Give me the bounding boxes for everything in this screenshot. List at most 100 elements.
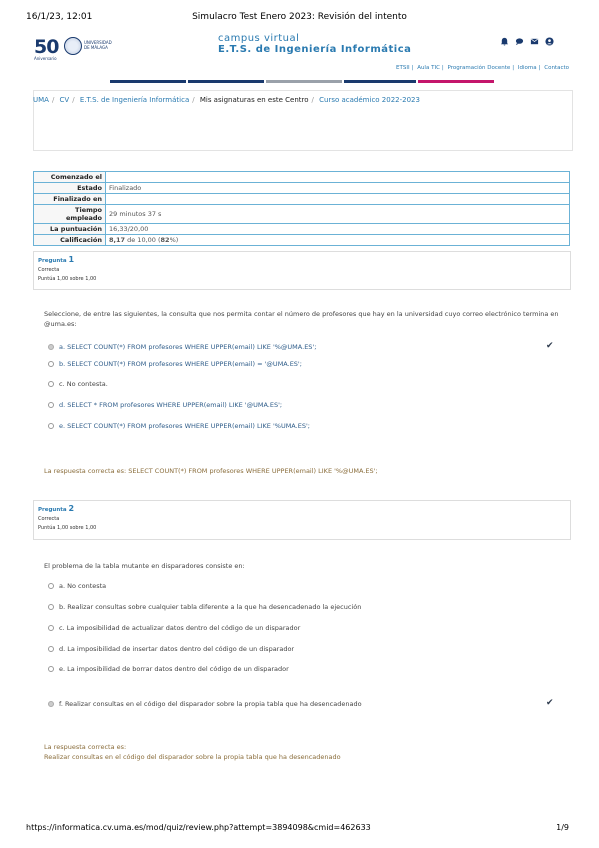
summary-key: La puntuación (33, 223, 106, 235)
print-page-title: Simulacro Test Enero 2023: Revisión del … (192, 12, 407, 22)
radio-selected[interactable] (48, 344, 54, 350)
correct-check-icon: ✔ (546, 341, 554, 351)
radio-button[interactable] (48, 666, 54, 672)
q2-option-a[interactable]: a. No contesta (48, 582, 106, 590)
summary-key: Tiempo empleado (33, 204, 106, 224)
q1-option-a[interactable]: a. SELECT COUNT(*) FROM profesores WHERE… (48, 343, 316, 351)
table-row: Comenzado el (33, 171, 570, 183)
crumb-curso[interactable]: Curso académico 2022-2023 (319, 96, 420, 104)
radio-selected[interactable] (48, 701, 54, 707)
nav-etsii[interactable]: ETSII (396, 65, 410, 71)
question-number: Pregunta 2 (38, 504, 566, 513)
crumb-cv[interactable]: CV (60, 96, 70, 104)
logo-number: 50 (34, 36, 59, 58)
question-2-info: Pregunta 2 Correcta Puntúa 1,00 sobre 1,… (33, 500, 571, 540)
question-score: Puntúa 1,00 sobre 1,00 (38, 276, 97, 282)
option-label: c. La imposibilidad de actualizar datos … (59, 624, 301, 632)
question-num: 2 (68, 504, 75, 513)
question-status: Correcta (38, 516, 60, 522)
option-label: c. No contesta. (59, 380, 108, 388)
option-label: a. No contesta (59, 582, 107, 590)
option-label: d. SELECT * FROM profesores WHERE UPPER(… (59, 401, 283, 409)
table-row: Tiempo empleado 29 minutos 37 s (33, 204, 570, 224)
summary-key: Estado (33, 182, 106, 194)
header-icons (500, 37, 554, 46)
attempt-summary-table: Comenzado el Estado Finalizado Finalizado… (33, 171, 570, 246)
q1-option-b[interactable]: b. SELECT COUNT(*) FROM profesores WHERE… (48, 360, 302, 368)
radio-button[interactable] (48, 625, 54, 631)
q2-option-c[interactable]: c. La imposibilidad de actualizar datos … (48, 624, 300, 632)
q2-option-d[interactable]: d. La imposibilidad de insertar datos de… (48, 645, 294, 653)
radio-button[interactable] (48, 604, 54, 610)
grade-max: de 10,00 ( (125, 236, 161, 244)
q1-option-e[interactable]: e. SELECT COUNT(*) FROM profesores WHERE… (48, 422, 310, 430)
color-bar-segment-4 (344, 80, 416, 83)
radio-button[interactable] (48, 646, 54, 652)
summary-value: Finalizado (105, 182, 570, 194)
radio-button[interactable] (48, 361, 54, 367)
grade-value: 8,17 (109, 236, 126, 244)
radio-button[interactable] (48, 583, 54, 589)
user-icon[interactable] (545, 37, 554, 46)
table-row: La puntuación 16,33/20,00 (33, 223, 570, 235)
nav-aula-tic[interactable]: Aula TIC (417, 65, 440, 71)
grade-percent: 82 (160, 236, 170, 244)
university-name: UNIVERSIDAD DE MÁLAGA (84, 40, 112, 50)
table-row: Calificación 8,17 de 10,00 (82%) (33, 234, 570, 246)
school-name[interactable]: E.T.S. de Ingeniería Informática (218, 44, 411, 55)
question-score: Puntúa 1,00 sobre 1,00 (38, 525, 97, 531)
q1-option-d[interactable]: d. SELECT * FROM profesores WHERE UPPER(… (48, 401, 282, 409)
question-number: Pregunta 1 (38, 255, 566, 264)
option-label: a. SELECT COUNT(*) FROM profesores WHERE… (59, 343, 317, 351)
campus-virtual-label[interactable]: campus virtual (218, 33, 299, 44)
answer-text: Realizar consultas en el código del disp… (44, 753, 341, 761)
question-label: Pregunta (38, 507, 67, 513)
grade-percent-suffix: %) (169, 236, 179, 244)
q2-option-e[interactable]: e. La imposibilidad de borrar datos dent… (48, 665, 289, 673)
option-label: b. SELECT COUNT(*) FROM profesores WHERE… (59, 360, 302, 368)
q2-option-f[interactable]: f. Realizar consultas en el código del d… (48, 700, 362, 708)
summary-value: 8,17 de 10,00 (82%) (105, 234, 570, 246)
chat-icon[interactable] (515, 37, 524, 46)
option-label: e. SELECT COUNT(*) FROM profesores WHERE… (59, 422, 310, 430)
question-label: Pregunta (38, 258, 67, 264)
anniversary-logo[interactable]: 50 Aniversario (34, 36, 59, 61)
logo-sub: Aniversario (34, 56, 57, 61)
summary-value (105, 171, 570, 183)
q1-option-c[interactable]: c. No contesta. (48, 380, 108, 388)
uni-line2: DE MÁLAGA (84, 45, 108, 50)
crumb-mis-asignaturas[interactable]: Mis asignaturas en este Centro (200, 96, 309, 104)
nav-contacto[interactable]: Contacto (544, 65, 569, 71)
q1-correct-answer: La respuesta correcta es: SELECT COUNT(*… (44, 467, 378, 475)
color-bar-segment-2 (188, 80, 264, 83)
university-seal-icon (64, 37, 82, 55)
summary-key: Comenzado el (33, 171, 106, 183)
crumb-etsii[interactable]: E.T.S. de Ingeniería Informática (80, 96, 189, 104)
nav-idioma[interactable]: Idioma (518, 65, 537, 71)
option-label: b. Realizar consultas sobre cualquier ta… (59, 603, 362, 611)
nav-programacion[interactable]: Programación Docente (448, 65, 511, 71)
bell-icon[interactable] (500, 37, 509, 46)
table-row: Finalizado en (33, 193, 570, 205)
crumb-uma[interactable]: UMA (33, 96, 49, 104)
page-url: https://informatica.cv.uma.es/mod/quiz/r… (26, 823, 371, 832)
color-bar-segment-3 (266, 80, 342, 83)
correct-check-icon: ✔ (546, 698, 554, 708)
question-1-text: Seleccione, de entre las siguientes, la … (44, 310, 559, 328)
question-1-info: Pregunta 1 Correcta Puntúa 1,00 sobre 1,… (33, 251, 571, 290)
table-row: Estado Finalizado (33, 182, 570, 194)
summary-value (105, 193, 570, 205)
answer-label: La respuesta correcta es: (44, 743, 127, 751)
summary-value: 29 minutos 37 s (105, 204, 570, 224)
radio-button[interactable] (48, 381, 54, 387)
question-num: 1 (68, 255, 75, 264)
radio-button[interactable] (48, 423, 54, 429)
radio-button[interactable] (48, 402, 54, 408)
q2-option-b[interactable]: b. Realizar consultas sobre cualquier ta… (48, 603, 361, 611)
color-bar-segment-5 (418, 80, 494, 83)
breadcrumb: UMA / CV / E.T.S. de Ingeniería Informátic… (33, 96, 420, 104)
question-2-text: El problema de la tabla mutante en dispa… (44, 562, 245, 570)
option-label: d. La imposibilidad de insertar datos de… (59, 645, 295, 653)
question-status: Correcta (38, 267, 60, 273)
mail-icon[interactable] (530, 37, 539, 46)
